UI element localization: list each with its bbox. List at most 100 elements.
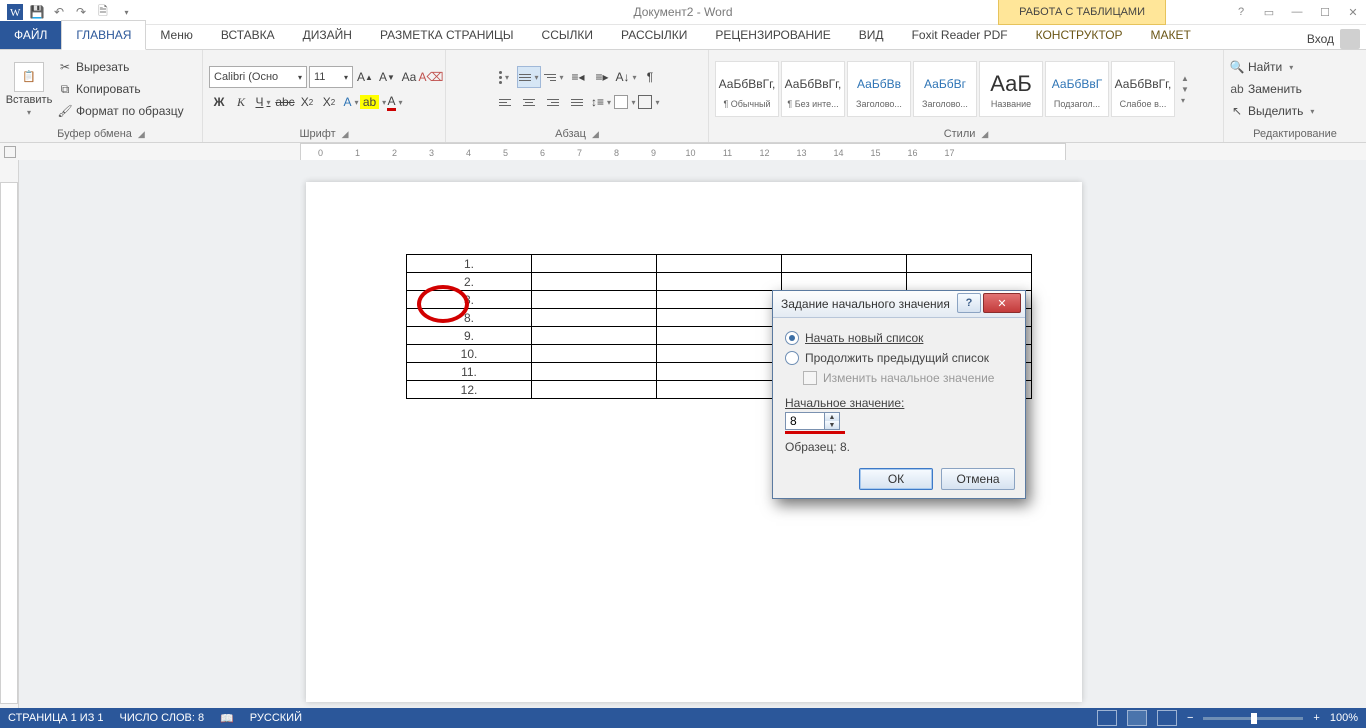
- format-painter-button[interactable]: 🖌Формат по образцу: [58, 101, 184, 121]
- undo-icon[interactable]: ↶: [50, 3, 68, 21]
- style-gallery[interactable]: АаБбВвГг,¶ ОбычныйАаБбВвГг,¶ Без инте...…: [715, 61, 1175, 117]
- gallery-more-icon[interactable]: ▾: [1181, 96, 1189, 105]
- status-words[interactable]: ЧИСЛО СЛОВ: 8: [120, 712, 205, 724]
- status-page[interactable]: СТРАНИЦА 1 ИЗ 1: [8, 712, 104, 724]
- style-item[interactable]: АаБбВвЗаголово...: [847, 61, 911, 117]
- grow-font-button[interactable]: A▲: [355, 67, 375, 87]
- clear-format-button[interactable]: A⌫: [421, 67, 441, 87]
- minimize-icon[interactable]: —: [1284, 2, 1310, 22]
- align-right-button[interactable]: [542, 92, 564, 112]
- table-row[interactable]: 1.: [407, 255, 1032, 273]
- show-marks-button[interactable]: ¶: [639, 67, 661, 87]
- tab-table-design[interactable]: КОНСТРУКТОР: [1022, 21, 1137, 49]
- borders-button[interactable]: [638, 92, 660, 112]
- justify-button[interactable]: [566, 92, 588, 112]
- underline-button[interactable]: Ч: [253, 92, 273, 112]
- tab-foxit[interactable]: Foxit Reader PDF: [898, 21, 1022, 49]
- change-case-button[interactable]: Aa: [399, 67, 419, 87]
- shrink-font-button[interactable]: A▼: [377, 67, 397, 87]
- spellcheck-icon[interactable]: 📖: [220, 712, 234, 725]
- strike-button[interactable]: abc: [275, 92, 295, 112]
- spinner-down-icon[interactable]: ▼: [825, 421, 839, 429]
- bold-button[interactable]: Ж: [209, 92, 229, 112]
- tab-insert[interactable]: ВСТАВКА: [207, 21, 289, 49]
- vertical-ruler[interactable]: [0, 160, 19, 708]
- clipboard-launcher-icon[interactable]: ◢: [138, 129, 145, 140]
- maximize-icon[interactable]: ☐: [1312, 2, 1338, 22]
- select-button[interactable]: ↖Выделить▾: [1230, 101, 1314, 121]
- cut-button[interactable]: ✂Вырезать: [58, 57, 184, 77]
- style-item[interactable]: АаБбВвГг,¶ Обычный: [715, 61, 779, 117]
- font-color-button[interactable]: A: [385, 92, 405, 112]
- zoom-slider[interactable]: [1203, 717, 1303, 720]
- gallery-down-icon[interactable]: ▼: [1181, 85, 1189, 94]
- save-icon[interactable]: 💾: [28, 3, 46, 21]
- replace-button[interactable]: abЗаменить: [1230, 79, 1314, 99]
- tab-file[interactable]: ФАЙЛ: [0, 21, 61, 49]
- style-item[interactable]: АаБНазвание: [979, 61, 1043, 117]
- copy-button[interactable]: ⧉Копировать: [58, 79, 184, 99]
- indent-button[interactable]: ≡▸: [591, 67, 613, 87]
- sort-button[interactable]: A↓: [615, 67, 637, 87]
- tab-review[interactable]: РЕЦЕНЗИРОВАНИЕ: [701, 21, 844, 49]
- dialog-title-bar[interactable]: Задание начального значения ? ✕: [773, 291, 1025, 318]
- align-left-button[interactable]: [494, 92, 516, 112]
- style-item[interactable]: АаБбВвГПодзагол...: [1045, 61, 1109, 117]
- tab-menu[interactable]: Меню: [146, 21, 206, 49]
- zoom-level[interactable]: 100%: [1330, 712, 1358, 724]
- style-item[interactable]: АаБбВвГг,Слабое в...: [1111, 61, 1175, 117]
- start-value-input[interactable]: [785, 412, 825, 430]
- multilevel-button[interactable]: [543, 67, 565, 87]
- tab-selector-icon[interactable]: [4, 146, 16, 158]
- font-size-combo[interactable]: 11▾: [309, 66, 353, 88]
- line-spacing-button[interactable]: ↕≡: [590, 92, 612, 112]
- radio-new-list[interactable]: Начать новый список: [785, 328, 1013, 348]
- dialog-help-icon[interactable]: ?: [957, 293, 981, 313]
- ok-button[interactable]: ОК: [859, 468, 933, 490]
- tab-design[interactable]: ДИЗАЙН: [289, 21, 366, 49]
- font-name-combo[interactable]: Calibri (Осно▾: [209, 66, 307, 88]
- status-language[interactable]: РУССКИЙ: [250, 712, 302, 724]
- tab-layout[interactable]: РАЗМЕТКА СТРАНИЦЫ: [366, 21, 528, 49]
- close-icon[interactable]: ✕: [1340, 2, 1366, 22]
- align-center-button[interactable]: [518, 92, 540, 112]
- radio-continue-list[interactable]: Продолжить предыдущий список: [785, 348, 1013, 368]
- subscript-button[interactable]: X2: [297, 92, 317, 112]
- shading-button[interactable]: [614, 92, 636, 112]
- tab-view[interactable]: ВИД: [845, 21, 898, 49]
- style-item[interactable]: АаБбВгЗаголово...: [913, 61, 977, 117]
- new-doc-icon[interactable]: 🗎: [94, 3, 112, 21]
- superscript-button[interactable]: X2: [319, 92, 339, 112]
- find-button[interactable]: 🔍Найти▾: [1230, 57, 1314, 77]
- paragraph-launcher-icon[interactable]: ◢: [592, 129, 599, 140]
- text-effects-button[interactable]: A: [341, 92, 361, 112]
- start-value-spinner[interactable]: ▲▼: [785, 412, 1013, 430]
- print-layout-icon[interactable]: [1127, 710, 1147, 726]
- web-layout-icon[interactable]: [1157, 710, 1177, 726]
- read-mode-icon[interactable]: [1097, 710, 1117, 726]
- redo-icon[interactable]: ↷: [72, 3, 90, 21]
- tab-mailings[interactable]: РАССЫЛКИ: [607, 21, 701, 49]
- tab-table-layout[interactable]: МАКЕТ: [1137, 21, 1205, 49]
- outdent-button[interactable]: ≡◂: [567, 67, 589, 87]
- italic-button[interactable]: К: [231, 92, 251, 112]
- style-item[interactable]: АаБбВвГг,¶ Без инте...: [781, 61, 845, 117]
- highlight-button[interactable]: ab: [363, 92, 383, 112]
- tab-home[interactable]: ГЛАВНАЯ: [61, 20, 146, 50]
- spinner-up-icon[interactable]: ▲: [825, 413, 839, 421]
- gallery-up-icon[interactable]: ▲: [1181, 74, 1189, 83]
- ribbon-options-icon[interactable]: ▭: [1256, 2, 1282, 22]
- numbering-button[interactable]: [517, 66, 541, 88]
- styles-launcher-icon[interactable]: ◢: [981, 129, 988, 140]
- signin[interactable]: Вход: [1307, 29, 1360, 49]
- dialog-close-icon[interactable]: ✕: [983, 293, 1021, 313]
- table-row[interactable]: 2.: [407, 273, 1032, 291]
- cancel-button[interactable]: Отмена: [941, 468, 1015, 490]
- help-icon[interactable]: ?: [1228, 2, 1254, 22]
- paste-button[interactable]: 📋 Вставить ▾: [6, 62, 52, 117]
- qat-customize-icon[interactable]: [116, 3, 134, 21]
- font-launcher-icon[interactable]: ◢: [342, 129, 349, 140]
- zoom-in-icon[interactable]: +: [1313, 712, 1319, 724]
- tab-references[interactable]: ССЫЛКИ: [528, 21, 607, 49]
- bullets-button[interactable]: [493, 67, 515, 87]
